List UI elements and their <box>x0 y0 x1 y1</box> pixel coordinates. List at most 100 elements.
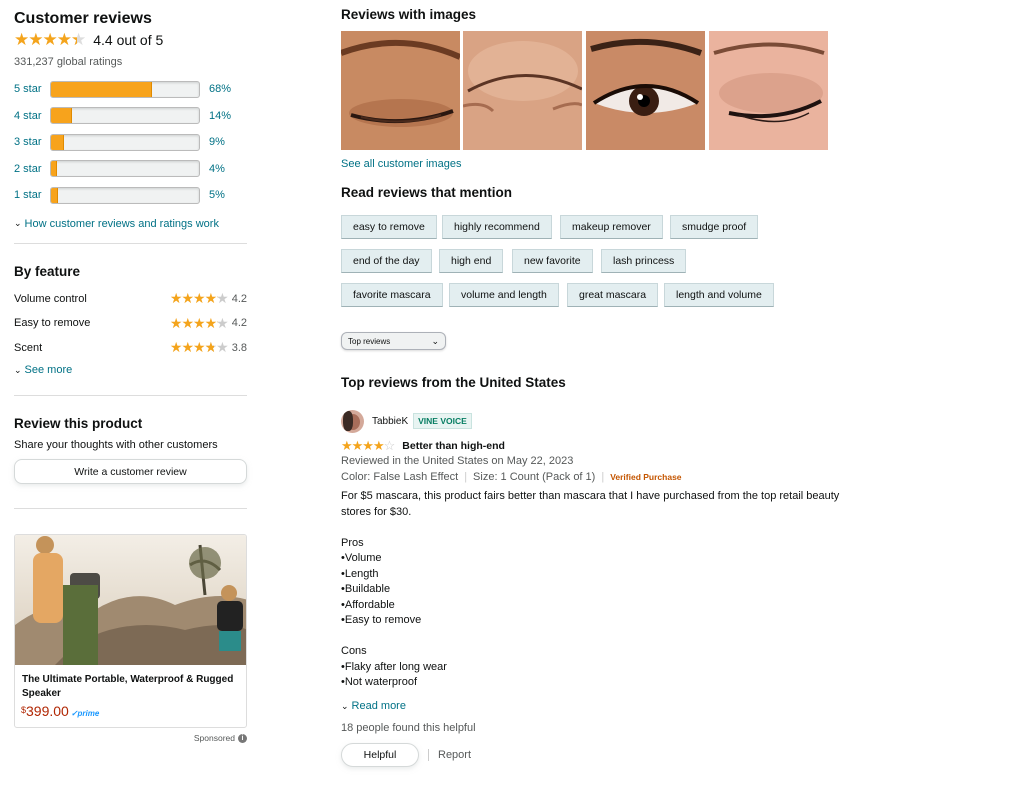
histogram-row[interactable]: 3 star 9% <box>14 129 247 156</box>
review-body-line <box>341 629 861 645</box>
star-icon: ★★ <box>216 290 229 307</box>
mention-chip[interactable]: end of the day <box>341 249 432 273</box>
review-actions: Helpful Report <box>341 743 861 767</box>
review-image-2[interactable] <box>463 31 582 150</box>
mention-chip[interactable]: lash princess <box>601 249 687 273</box>
star-icon: ★ <box>193 339 206 356</box>
histogram-bar[interactable] <box>50 80 200 98</box>
chevron-down-icon: ⌄ <box>341 700 349 711</box>
report-link[interactable]: Report <box>438 749 471 761</box>
review-body-line: For $5 mascara, this product fairs bette… <box>341 490 840 502</box>
info-icon: i <box>238 733 247 743</box>
review-date: Reviewed in the United States on May 22,… <box>341 455 574 467</box>
review-image-4[interactable] <box>709 31 828 150</box>
feature-name: Scent <box>14 341 43 354</box>
star-icon: ★★ <box>216 314 229 331</box>
review-image-1[interactable] <box>341 31 460 150</box>
histogram-label[interactable]: 3 star <box>14 136 50 148</box>
mention-chip[interactable]: volume and length <box>449 283 559 307</box>
review-body: For $5 mascara, this product fairs bette… <box>341 489 861 693</box>
review-image-3[interactable] <box>586 31 705 150</box>
avatar[interactable] <box>341 409 364 433</box>
read-more-link[interactable]: ⌄ Read more <box>341 699 861 713</box>
review-body-line: •Easy to remove <box>341 614 422 626</box>
histogram-label[interactable]: 1 star <box>14 189 50 201</box>
histogram-fill <box>51 108 72 124</box>
histogram-percent[interactable]: 68% <box>209 83 231 95</box>
how-reviews-work-link[interactable]: ⌄ How customer reviews and ratings work <box>14 217 247 231</box>
review-body-line: •Length <box>341 567 379 580</box>
rating-text: 4.4 out of 5 <box>93 32 164 48</box>
mention-chip[interactable]: length and volume <box>664 283 774 307</box>
review-title-row: ★★★★☆ Better than high-end <box>341 438 861 453</box>
star-icon: ★ <box>181 290 194 307</box>
by-feature-title: By feature <box>14 263 81 279</box>
see-more-link[interactable]: ⌄ See more <box>14 362 247 378</box>
mention-chip[interactable]: makeup remover <box>560 215 663 239</box>
feature-rating-value: 4.2 <box>231 292 247 305</box>
review-card: TabbieK VINE VOICE ★★★★☆ Better than hig… <box>341 408 861 767</box>
ad-image[interactable] <box>15 535 246 665</box>
prime-badge: ✓prime <box>70 709 100 718</box>
mention-chip[interactable]: smudge proof <box>670 215 759 239</box>
mention-chip[interactable]: easy to remove <box>341 215 437 239</box>
chevron-down-icon: ⌄ <box>14 364 22 375</box>
star-icon: ★ <box>193 290 206 307</box>
histogram-fill <box>51 161 57 177</box>
write-review-button[interactable]: Write a customer review <box>14 459 247 484</box>
histogram-percent[interactable]: 5% <box>209 189 225 201</box>
review-product-title: Review this product <box>14 416 143 431</box>
feature-row: Easy to remove★★★★★★4.2 <box>14 311 247 336</box>
review-body-line: stores for $30. <box>341 505 412 518</box>
feature-rating[interactable]: ★★★★ ★ ★ 3.8 <box>170 339 247 356</box>
sort-select[interactable]: Top reviews ⌄ <box>341 332 446 350</box>
review-stars-icon[interactable]: ★★★★☆ <box>341 438 395 454</box>
histogram-fill <box>51 81 152 97</box>
histogram-label[interactable]: 2 star <box>14 163 50 175</box>
star-icon: ★ <box>169 314 183 331</box>
review-body-line: •Flaky after long wear <box>341 660 447 673</box>
sponsored-ad[interactable]: The Ultimate Portable, Waterproof & Rugg… <box>14 534 247 728</box>
chevron-down-icon: ⌄ <box>14 218 22 228</box>
feature-rating[interactable]: ★★★★★★4.2 <box>170 290 247 307</box>
mention-chip[interactable]: high end <box>439 249 504 273</box>
histogram-fill <box>51 187 59 203</box>
histogram-label[interactable]: 5 star <box>14 83 50 95</box>
histogram-row[interactable]: 2 star 4% <box>14 156 247 183</box>
histogram-percent[interactable]: 4% <box>209 163 225 175</box>
histogram-bar[interactable] <box>50 160 200 178</box>
divider <box>14 242 247 244</box>
helpful-button[interactable]: Helpful <box>341 743 419 767</box>
feature-rating-value: 4.2 <box>231 317 247 330</box>
see-all-images-link[interactable]: See all customer images <box>341 158 461 170</box>
review-body-line: •Buildable <box>341 583 391 595</box>
feature-name: Volume control <box>14 292 87 305</box>
mention-chip[interactable]: highly recommend <box>442 215 552 239</box>
vine-voice-badge[interactable]: VINE VOICE <box>413 413 472 429</box>
rating-stars-icon[interactable]: ★★★★ <box>14 30 72 50</box>
histogram-label[interactable]: 4 star <box>14 110 50 122</box>
author-name[interactable]: TabbieK <box>372 416 408 427</box>
mention-chip[interactable]: favorite mascara <box>341 283 443 307</box>
partial-star-icon: ★★ <box>70 30 86 49</box>
histogram-row[interactable]: 4 star 14% <box>14 103 247 130</box>
histogram-percent[interactable]: 14% <box>209 110 231 122</box>
divider <box>14 395 247 396</box>
eye-photo-2 <box>463 31 582 150</box>
histogram-bar[interactable] <box>50 186 200 204</box>
histogram-bar[interactable] <box>50 133 200 151</box>
left-column: Customer reviews ★★★★★★ 4.4 out of 5 331… <box>14 8 247 743</box>
mention-chip[interactable]: great mascara <box>567 283 659 307</box>
star-icon: ★ <box>169 290 183 307</box>
histogram-row[interactable]: 1 star 5% <box>14 182 247 209</box>
histogram-percent[interactable]: 9% <box>209 136 225 148</box>
sponsored-label[interactable]: Sponsored i <box>14 733 247 743</box>
histogram-bar[interactable] <box>50 107 200 125</box>
histogram-row[interactable]: 5 star 68% <box>14 76 247 103</box>
customer-reviews-title: Customer reviews <box>14 10 152 27</box>
mention-chip[interactable]: new favorite <box>512 249 593 273</box>
feature-rating[interactable]: ★★★★★★4.2 <box>170 315 247 332</box>
overall-rating: ★★★★★★ 4.4 out of 5 <box>14 30 247 50</box>
ad-title[interactable]: The Ultimate Portable, Waterproof & Rugg… <box>15 665 246 701</box>
review-headline[interactable]: Better than high-end <box>402 440 505 452</box>
